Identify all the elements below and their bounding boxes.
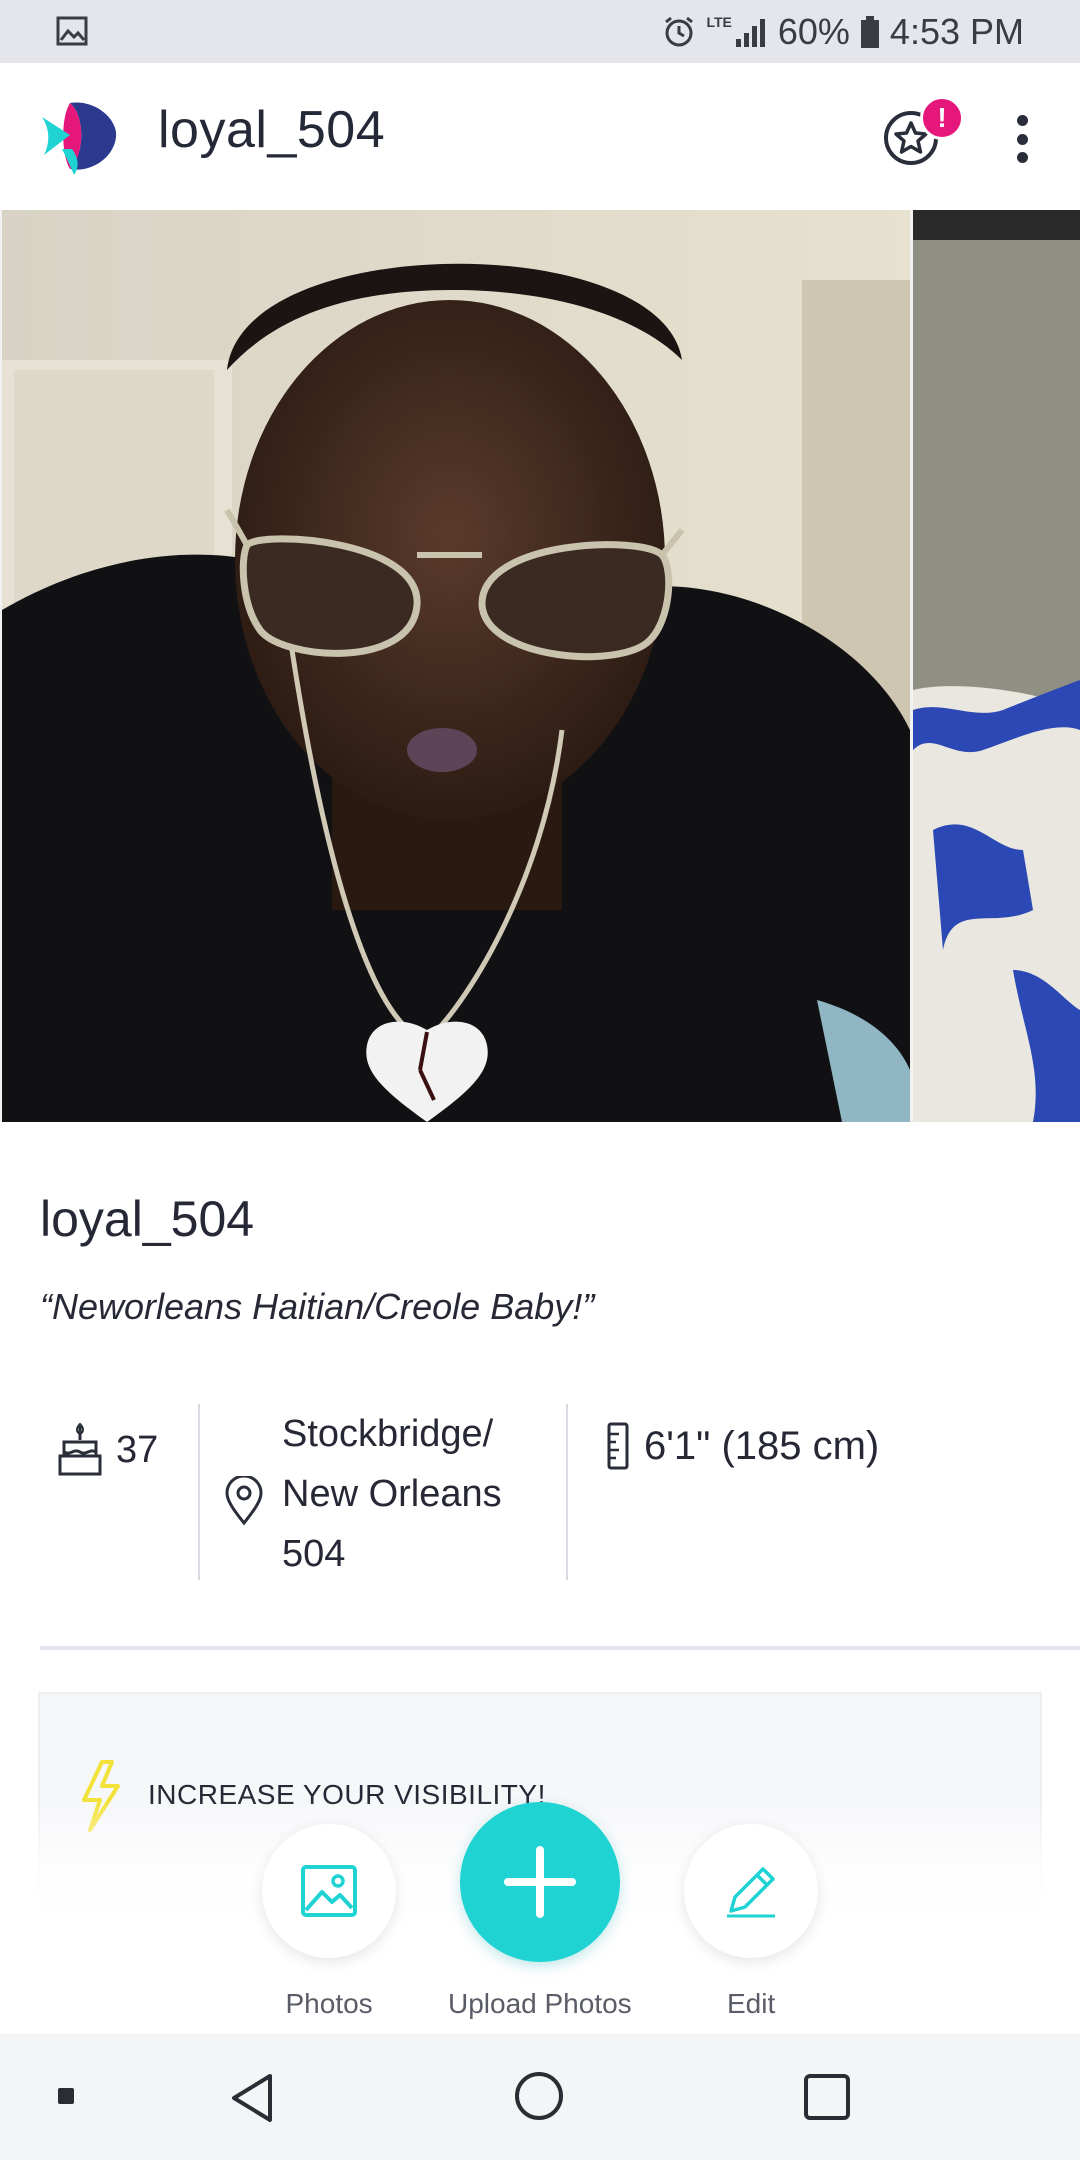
app-header: loyal_504 ! [0,63,1080,210]
back-icon[interactable] [228,2072,276,2124]
location-line: Stockbridge/ [282,1413,494,1455]
plus-icon [504,1846,576,1918]
location-text: Stockbridge/ New Orleans 504 [282,1404,582,1584]
location-pin-icon [225,1476,263,1526]
stat-divider [566,1404,568,1580]
home-icon[interactable] [515,2072,563,2120]
location-line: New Orleans [282,1473,502,1515]
clock: 4:53 PM [889,11,1024,52]
page-title: loyal_504 [158,101,386,159]
edit-label: Edit [727,1988,776,2019]
status-bar: LTE 60% 4:53 PM [0,0,1080,63]
upload-button-circle[interactable] [460,1802,620,1962]
ruler-icon [607,1422,629,1470]
height-stat: 6'1" (185 cm) [606,1422,879,1470]
battery-percent: 60% [777,11,850,52]
more-vert-icon[interactable] [1008,109,1036,169]
signal-icon [735,19,765,47]
next-photo-preview[interactable] [913,210,1080,1122]
app-logo[interactable] [40,95,118,175]
recent-apps-icon[interactable] [804,2074,850,2120]
upload-photos-label: Upload Photos [448,1988,632,2019]
profile-username: loyal_504 [40,1191,255,1247]
system-nav-bar [0,2034,1080,2160]
image-icon [301,1865,357,1917]
alarm-icon [665,16,694,47]
height-value: 6'1" (185 cm) [644,1423,880,1468]
profile-tagline: “Neworleans Haitian/Creole Baby!” [40,1286,595,1327]
age-value: 37 [116,1428,159,1471]
photo-carousel[interactable] [0,210,1080,1122]
network-type: LTE [706,14,732,30]
photos-button[interactable]: Photos [262,1824,396,2019]
edit-button[interactable]: Edit [684,1824,818,2019]
stat-divider [198,1404,200,1580]
notification-badge: ! [920,96,964,140]
age-stat: 37 [58,1422,158,1478]
birthday-cake-icon [58,1422,102,1476]
pencil-icon [727,1867,775,1918]
battery-icon [860,16,879,48]
photos-label: Photos [285,1988,373,2019]
profile-stats: 37 Stockbridge/ New Orleans 504 6'1" (18… [40,1404,1040,1584]
photos-button-circle[interactable] [262,1824,396,1958]
section-divider [40,1646,1080,1650]
gallery-notification-icon [56,16,88,46]
location-line: 504 [282,1533,346,1575]
profile-photo[interactable] [2,210,910,1122]
nav-dot-icon[interactable] [58,2088,74,2104]
upload-photos-button[interactable]: Upload Photos [448,1802,632,2019]
edit-button-circle[interactable] [684,1824,818,1958]
